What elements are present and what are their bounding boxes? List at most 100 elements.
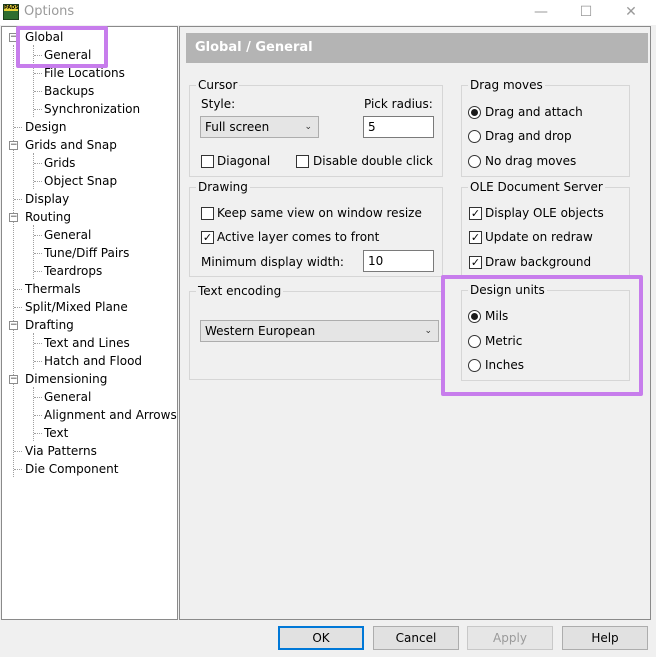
page-title: Global / General xyxy=(186,33,648,63)
drag-and-attach-radio[interactable] xyxy=(468,106,481,119)
text-encoding-select[interactable]: Western European ⌄ xyxy=(200,320,439,342)
tree-item-text-and-lines[interactable]: Text and Lines xyxy=(44,334,130,352)
drag-moves-legend: Drag moves xyxy=(470,78,543,92)
tree-connector-grids xyxy=(33,153,34,189)
expander-dimensioning[interactable]: − xyxy=(9,375,18,384)
no-drag-moves-radio[interactable] xyxy=(468,155,481,168)
expander-grids-and-snap[interactable]: − xyxy=(9,141,18,150)
cancel-button[interactable]: Cancel xyxy=(373,626,459,650)
tree-branch xyxy=(34,253,42,254)
tree-item-thermals[interactable]: Thermals xyxy=(25,280,81,298)
minimize-button[interactable]: — xyxy=(518,0,564,25)
app-icon: PADS xyxy=(3,4,19,20)
display-ole-checkbox[interactable]: ✓ xyxy=(469,207,482,220)
no-drag-moves-label: No drag moves xyxy=(485,154,577,168)
chevron-down-icon: ⌄ xyxy=(424,326,432,336)
tree-item-dimensioning[interactable]: Dimensioning xyxy=(25,370,107,388)
drawing-legend: Drawing xyxy=(198,180,248,194)
tree-branch xyxy=(34,109,42,110)
tree-item-grids[interactable]: Grids xyxy=(44,154,75,172)
ole-legend: OLE Document Server xyxy=(470,180,603,194)
display-ole-label: Display OLE objects xyxy=(485,206,604,220)
app-icon-text: PADS xyxy=(4,5,19,11)
draw-background-label: Draw background xyxy=(485,255,592,269)
tree-item-file-locations[interactable]: File Locations xyxy=(44,64,125,82)
tree-branch xyxy=(34,181,42,182)
tree-item-die-component[interactable]: Die Component xyxy=(25,460,118,478)
tree-item-design[interactable]: Design xyxy=(25,118,66,136)
min-display-width-input[interactable]: 10 xyxy=(363,250,434,272)
update-on-redraw-checkbox[interactable]: ✓ xyxy=(469,231,482,244)
diagonal-label: Diagonal xyxy=(217,154,271,168)
apply-button[interactable]: Apply xyxy=(467,626,553,650)
tree-item-synchronization[interactable]: Synchronization xyxy=(44,100,140,118)
mils-label: Mils xyxy=(485,309,509,323)
tree-item-dimensioning-text[interactable]: Text xyxy=(44,424,68,442)
disable-double-click-checkbox[interactable] xyxy=(296,155,309,168)
check-icon: ✓ xyxy=(470,256,481,269)
tree-item-object-snap[interactable]: Object Snap xyxy=(44,172,117,190)
expander-drafting[interactable]: − xyxy=(9,321,18,330)
inches-label: Inches xyxy=(485,358,524,372)
tree-branch xyxy=(14,127,22,128)
tree-item-global[interactable]: Global xyxy=(25,28,63,46)
mils-radio[interactable] xyxy=(468,310,481,323)
tree-item-dimensioning-general[interactable]: General xyxy=(44,388,91,406)
tree-branch xyxy=(14,307,22,308)
active-layer-checkbox[interactable]: ✓ xyxy=(201,231,214,244)
disable-double-click-label: Disable double click xyxy=(313,154,433,168)
tree-item-drafting[interactable]: Drafting xyxy=(25,316,74,334)
tree-item-alignment-and-arrows[interactable]: Alignment and Arrows xyxy=(44,406,177,424)
drag-and-attach-label: Drag and attach xyxy=(485,105,583,119)
tree-item-via-patterns[interactable]: Via Patterns xyxy=(25,442,97,460)
inches-radio[interactable] xyxy=(468,359,481,372)
metric-radio[interactable] xyxy=(468,335,481,348)
tree-branch xyxy=(14,451,22,452)
diagonal-checkbox[interactable] xyxy=(201,155,214,168)
tree-branch xyxy=(34,235,42,236)
help-button[interactable]: Help xyxy=(562,626,648,650)
text-encoding-legend: Text encoding xyxy=(198,284,282,298)
tree-branch xyxy=(34,433,42,434)
window-title: Options xyxy=(24,4,75,19)
drag-and-drop-radio[interactable] xyxy=(468,130,481,143)
options-tree[interactable]: − Global General File Locations Backups … xyxy=(1,26,178,620)
pick-radius-label: Pick radius: xyxy=(364,97,433,111)
expander-routing[interactable]: − xyxy=(9,213,18,222)
expander-global[interactable]: − xyxy=(9,33,18,42)
tree-item-split-mixed-plane[interactable]: Split/Mixed Plane xyxy=(25,298,128,316)
tree-branch xyxy=(34,91,42,92)
tree-item-backups[interactable]: Backups xyxy=(44,82,94,100)
tree-branch xyxy=(34,271,42,272)
maximize-button[interactable]: ☐ xyxy=(563,0,609,25)
cursor-style-select[interactable]: Full screen ⌄ xyxy=(200,116,319,138)
metric-label: Metric xyxy=(485,334,523,348)
tree-item-display[interactable]: Display xyxy=(25,190,69,208)
tree-connector-root xyxy=(13,45,14,477)
update-on-redraw-label: Update on redraw xyxy=(485,230,593,244)
close-button[interactable]: ✕ xyxy=(608,0,654,25)
tree-item-hatch-and-flood[interactable]: Hatch and Flood xyxy=(44,352,142,370)
check-icon: ✓ xyxy=(202,231,213,244)
tree-branch xyxy=(34,415,42,416)
tree-item-tune-diff-pairs[interactable]: Tune/Diff Pairs xyxy=(44,244,129,262)
tree-item-teardrops[interactable]: Teardrops xyxy=(44,262,102,280)
cursor-legend: Cursor xyxy=(198,78,238,92)
tree-branch xyxy=(34,343,42,344)
pick-radius-input[interactable]: 5 xyxy=(363,116,434,138)
design-units-legend: Design units xyxy=(470,283,545,297)
ok-button[interactable]: OK xyxy=(278,626,364,650)
tree-branch xyxy=(34,397,42,398)
draw-background-checkbox[interactable]: ✓ xyxy=(469,256,482,269)
tree-connector-drafting xyxy=(33,333,34,369)
tree-item-routing[interactable]: Routing xyxy=(25,208,71,226)
drag-and-drop-label: Drag and drop xyxy=(485,129,572,143)
style-label: Style: xyxy=(201,97,236,111)
tree-branch xyxy=(34,73,42,74)
tree-item-routing-general[interactable]: General xyxy=(44,226,91,244)
tree-item-grids-and-snap[interactable]: Grids and Snap xyxy=(25,136,117,154)
tree-branch xyxy=(14,199,22,200)
tree-item-global-general[interactable]: General xyxy=(44,46,91,64)
keep-same-view-checkbox[interactable] xyxy=(201,207,214,220)
tree-branch xyxy=(14,469,22,470)
